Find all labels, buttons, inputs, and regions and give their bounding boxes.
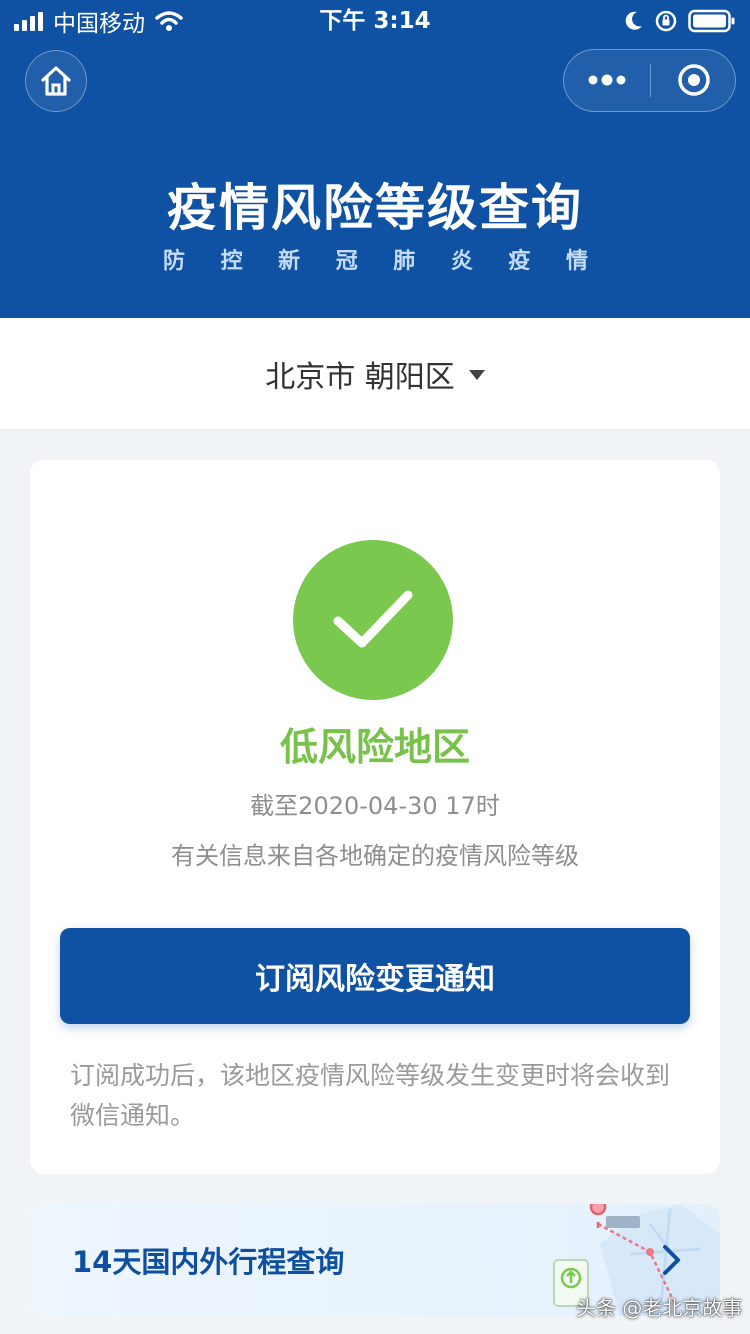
risk-level-label: 低风险地区 <box>279 725 470 769</box>
location-selector[interactable]: 北京市 朝阳区 <box>0 318 750 430</box>
checkmark-icon <box>333 590 413 648</box>
subscribe-note: 订阅成功后，该地区疫情风险等级发生变更时将会收到微信通知。 <box>70 1061 671 1130</box>
subtitle-char: 炎 <box>450 249 473 274</box>
caret-down-icon <box>468 370 485 380</box>
subtitle-char: 肺 <box>393 249 416 274</box>
subtitle-char: 控 <box>220 249 243 274</box>
mini-program-capsule <box>563 49 736 112</box>
more-dots-icon <box>588 74 626 86</box>
more-button[interactable] <box>564 50 650 110</box>
subtitle-char: 疫 <box>508 249 531 274</box>
subtitle-char: 新 <box>278 249 301 274</box>
subscribe-notification-button[interactable]: 订阅风险变更通知 <box>60 928 690 1024</box>
page-subtitle: 防 控 新 冠 肺 炎 疫 情 <box>163 243 588 275</box>
status-bar: 中国移动 下午 3:14 <box>0 0 750 42</box>
moon-icon <box>625 11 642 30</box>
source-note: 有关信息来自各地确定的疫情风险等级 <box>171 842 579 870</box>
home-icon <box>41 66 71 96</box>
as-of-timestamp: 截至2020-04-30 17时 <box>250 792 500 820</box>
location-selector-bar: 北京市 朝阳区 <box>0 318 750 430</box>
home-button[interactable] <box>25 50 87 112</box>
risk-level-card: 低风险地区 截至2020-04-30 17时 有关信息来自各地确定的疫情风险等级… <box>30 460 720 1174</box>
subtitle-char: 防 <box>163 249 186 274</box>
status-circle <box>293 540 453 700</box>
subtitle-char: 情 <box>565 249 588 274</box>
travel-query-label: 14天国内外行程查询 <box>72 1245 345 1279</box>
location-value: 北京市 朝阳区 <box>265 360 455 395</box>
watermark: 头条 @老北京故事 <box>576 1296 743 1320</box>
subtitle-char: 冠 <box>335 249 358 274</box>
chevron-right-icon <box>663 1245 680 1275</box>
header: 中国移动 下午 3:14 疫情风险等级查询 防 控 新 冠 肺 炎 疫 情 <box>0 0 750 318</box>
close-mini-program-button[interactable] <box>651 50 737 110</box>
orientation-lock-icon <box>655 10 677 32</box>
battery-icon <box>688 9 735 33</box>
target-close-icon <box>678 64 710 96</box>
page-title: 疫情风险等级查询 <box>167 179 583 237</box>
